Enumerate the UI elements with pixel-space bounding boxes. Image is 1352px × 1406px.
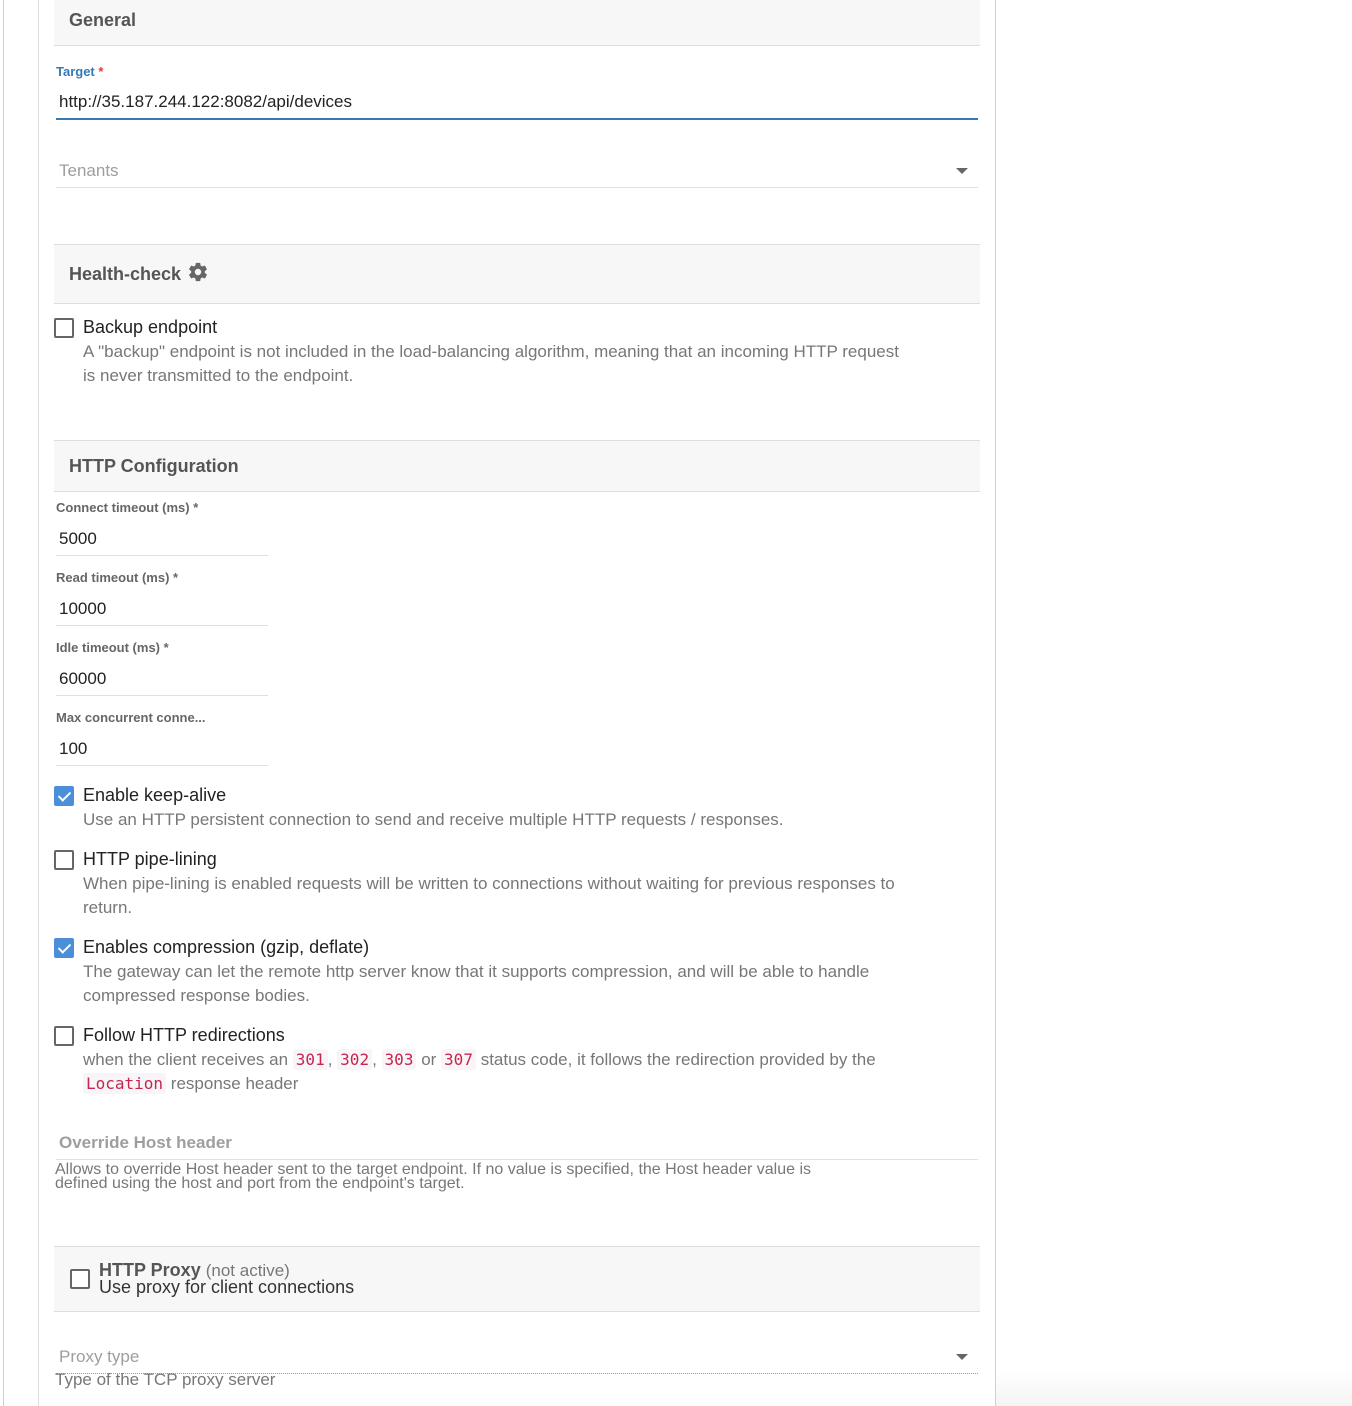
section-http-config: HTTP Configuration (54, 440, 980, 492)
tenants-select[interactable]: Tenants (56, 154, 978, 188)
max-connections-value: 100 (59, 738, 88, 758)
section-health-check: Health-check (54, 244, 980, 304)
compression-checkbox[interactable] (54, 938, 74, 958)
target-label: Target * (56, 64, 103, 79)
required-mark: * (98, 64, 104, 79)
connect-timeout-label: Connect timeout (ms) * (56, 500, 199, 515)
pipelining-desc: When pipe-lining is enabled requests wil… (83, 872, 973, 920)
redirects-desc: when the client receives an 301, 302, 30… (83, 1048, 973, 1096)
redirects-label: Follow HTTP redirections (83, 1025, 285, 1045)
tenants-placeholder: Tenants (59, 160, 119, 180)
read-timeout-input[interactable]: 10000 (56, 592, 268, 626)
keep-alive-checkbox[interactable] (54, 786, 74, 806)
status-code: 307 (441, 1049, 476, 1070)
target-input[interactable]: http://35.187.244.122:8082/api/devices (56, 86, 978, 120)
section-title: Health-check (69, 263, 182, 284)
desc-line: When pipe-lining is enabled requests wil… (83, 874, 895, 893)
desc-line: defined using the host and port from the… (55, 1175, 465, 1192)
desc-text: response header (170, 1074, 299, 1093)
separator: , (327, 1050, 333, 1069)
idle-timeout-label: Idle timeout (ms) * (56, 640, 169, 655)
compression-label: Enables compression (gzip, deflate) (83, 937, 370, 957)
target-value: http://35.187.244.122:8082/api/devices (59, 92, 353, 111)
status-code: 301 (292, 1049, 328, 1070)
caret-down-icon (956, 1354, 968, 1360)
pipelining-checkbox[interactable] (54, 850, 74, 870)
max-connections-input[interactable]: 100 (56, 732, 268, 766)
separator: , (372, 1050, 377, 1069)
proxy-type-desc: Type of the TCP proxy server (55, 1370, 276, 1389)
desc-text: or (421, 1050, 437, 1069)
idle-timeout-value: 60000 (59, 668, 107, 688)
section-http-proxy: HTTP Proxy (not active) Use proxy for cl… (54, 1246, 980, 1312)
status-code: 303 (381, 1049, 417, 1070)
desc-line: Location response header (83, 1072, 973, 1096)
desc-line: when the client receives an 301, 302, 30… (83, 1048, 973, 1072)
compression-desc: The gateway can let the remote http serv… (83, 960, 973, 1008)
read-timeout-value: 10000 (59, 598, 107, 618)
connect-timeout-value: 5000 (59, 528, 97, 548)
keep-alive-desc: Use an HTTP persistent connection to sen… (83, 810, 784, 829)
proxy-type-placeholder: Proxy type (59, 1346, 140, 1366)
override-host-placeholder: Override Host header (59, 1132, 232, 1152)
target-label-text: Target (56, 64, 95, 79)
proxy-subtitle: Use proxy for client connections (99, 1277, 355, 1297)
pipelining-label: HTTP pipe-lining (83, 849, 217, 869)
proxy-checkbox[interactable] (70, 1269, 90, 1289)
desc-line: is never transmitted to the endpoint. (83, 366, 354, 385)
desc-text: when the client receives an (83, 1050, 289, 1069)
section-general: General (54, 0, 980, 46)
header-name: Location (83, 1073, 167, 1094)
override-host-input[interactable]: Override Host header (56, 1126, 978, 1160)
connect-timeout-input[interactable]: 5000 (56, 522, 268, 556)
backup-endpoint-desc: A "backup" endpoint is not included in t… (83, 340, 973, 388)
caret-down-icon (956, 168, 968, 174)
status-code: 302 (337, 1049, 373, 1070)
override-host-desc: Allows to override Host header sent to t… (55, 1162, 955, 1192)
desc-line: return. (83, 898, 133, 917)
desc-line: The gateway can let the remote http serv… (83, 962, 870, 981)
backup-endpoint-checkbox[interactable] (54, 318, 74, 338)
read-timeout-label: Read timeout (ms) * (56, 570, 179, 585)
section-title: General (69, 10, 137, 30)
max-connections-label: Max concurrent conne... (56, 710, 206, 725)
left-rule (3, 0, 4, 1406)
backup-endpoint-label: Backup endpoint (83, 317, 218, 337)
bottom-shade (996, 1370, 1352, 1406)
proxy-header-text: HTTP Proxy (not active) Use proxy for cl… (99, 1261, 355, 1297)
desc-text: status code, it follows the redirection … (480, 1050, 876, 1069)
desc-line: compressed response bodies. (83, 986, 310, 1005)
section-title: HTTP Configuration (69, 455, 239, 476)
form-panel (38, 0, 996, 1406)
redirects-checkbox[interactable] (54, 1026, 74, 1046)
keep-alive-label: Enable keep-alive (83, 785, 227, 805)
desc-line: A "backup" endpoint is not included in t… (83, 342, 899, 361)
proxy-type-select[interactable]: Proxy type (56, 1340, 978, 1374)
idle-timeout-input[interactable]: 60000 (56, 662, 268, 696)
gear-icon[interactable] (187, 261, 209, 288)
